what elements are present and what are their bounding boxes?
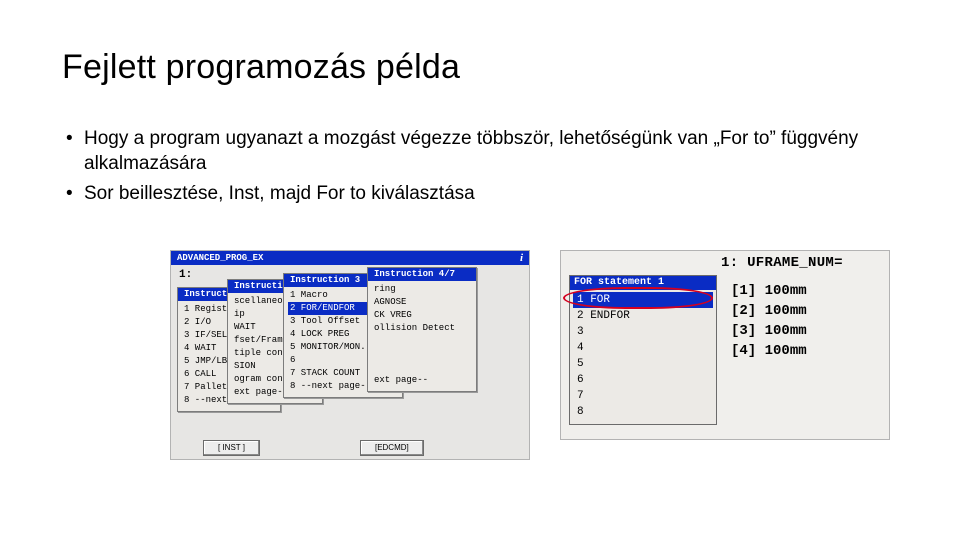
- instruction-menu-4[interactable]: Instruction 4/7 ring AGNOSE CK VREG olli…: [367, 267, 477, 392]
- menu-stack: Instruction 1 1 Registers 2 I/O 3 IF/SEL…: [171, 281, 531, 431]
- program-line: [2] 100mm: [731, 301, 807, 321]
- menu-item[interactable]: [372, 348, 472, 361]
- menu-item[interactable]: 4: [573, 340, 713, 356]
- bullet-item: Hogy a program ugyanazt a mozgást végezz…: [62, 127, 898, 176]
- program-line: [4] 100mm: [731, 341, 807, 361]
- menu-item[interactable]: ext page--: [372, 374, 472, 387]
- figure-area: ADVANCED_PROG_EX i 1: Instruction 1 1 Re…: [170, 250, 890, 480]
- bullet-item: Sor beillesztése, Inst, majd For to kivá…: [62, 182, 898, 207]
- program-titlebar: ADVANCED_PROG_EX i: [171, 251, 529, 265]
- menu-item[interactable]: 2 ENDFOR: [573, 308, 713, 324]
- menu-item[interactable]: 6: [573, 372, 713, 388]
- menu-header: Instruction 4/7: [368, 268, 476, 281]
- left-screenshot: ADVANCED_PROG_EX i 1: Instruction 1 1 Re…: [170, 250, 530, 460]
- program-line: [1] 100mm: [731, 281, 807, 301]
- bullet-list: Hogy a program ugyanazt a mozgást végezz…: [62, 127, 898, 207]
- menu-item[interactable]: AGNOSE: [372, 296, 472, 309]
- program-line: [3] 100mm: [731, 321, 807, 341]
- menu-header: FOR statement 1: [570, 276, 716, 290]
- info-icon: i: [520, 251, 523, 265]
- right-screenshot: 1: UFRAME_NUM= FOR statement 1 1 FOR 2 E…: [560, 250, 890, 440]
- footer-buttons: [ INST ] [EDCMD]: [171, 439, 531, 457]
- menu-item[interactable]: [372, 335, 472, 348]
- menu-item[interactable]: 5: [573, 356, 713, 372]
- menu-item[interactable]: 8: [573, 404, 713, 420]
- page-title: Fejlett programozás példa: [62, 48, 898, 87]
- edcmd-button[interactable]: [EDCMD]: [360, 440, 424, 456]
- program-lines: [1] 100mm [2] 100mm [3] 100mm [4] 100mm: [731, 281, 807, 361]
- program-line-1: 1: UFRAME_NUM=: [721, 255, 843, 271]
- menu-item[interactable]: ring: [372, 283, 472, 296]
- menu-item[interactable]: CK VREG: [372, 309, 472, 322]
- menu-item[interactable]: [372, 361, 472, 374]
- program-name: ADVANCED_PROG_EX: [177, 253, 263, 263]
- menu-item[interactable]: 3: [573, 324, 713, 340]
- menu-item[interactable]: ollision Detect: [372, 322, 472, 335]
- menu-item[interactable]: 7: [573, 388, 713, 404]
- for-statement-menu[interactable]: FOR statement 1 1 FOR 2 ENDFOR 3 4 5 6 7…: [569, 275, 717, 425]
- inst-button[interactable]: [ INST ]: [203, 440, 260, 456]
- menu-item[interactable]: 1 FOR: [573, 292, 713, 308]
